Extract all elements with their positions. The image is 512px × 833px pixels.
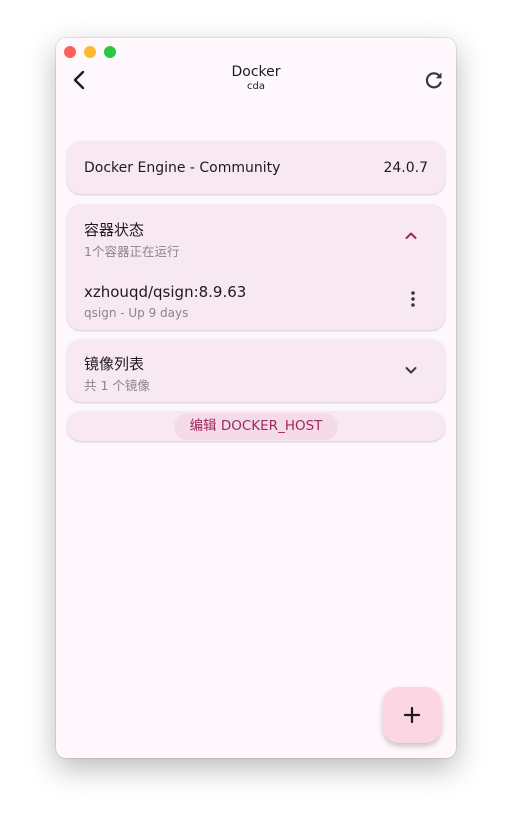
container-status-title: 容器状态 <box>84 221 145 239</box>
refresh-button[interactable] <box>420 66 448 94</box>
app-bar: Docker cda <box>56 62 456 98</box>
engine-info-card: Docker Engine - Community 24.0.7 <box>67 141 445 194</box>
app-window: Docker cda Docker Engine - Community 24.… <box>56 38 456 758</box>
window-controls <box>64 46 116 58</box>
page-title: Docker <box>231 64 281 80</box>
page-subtitle: cda <box>247 81 265 92</box>
edit-docker-host-button[interactable]: 编辑 DOCKER_HOST <box>174 413 338 440</box>
container-meta: qsign - Up 9 days <box>84 306 189 320</box>
add-icon <box>403 706 421 724</box>
close-window-button[interactable] <box>64 46 76 58</box>
more-vert-icon[interactable] <box>405 290 421 308</box>
engine-version: 24.0.7 <box>383 160 428 176</box>
refresh-icon <box>425 72 442 89</box>
image-list-title: 镜像列表 <box>84 355 145 373</box>
image-list-panel[interactable]: 镜像列表 共 1 个镜像 <box>67 339 445 402</box>
engine-name: Docker Engine - Community <box>84 160 281 176</box>
edit-host-row: 编辑 DOCKER_HOST <box>67 411 445 441</box>
container-status-panel: 容器状态 1个容器正在运行 xzhouqd/qsign:8.9.63 qsign… <box>67 204 445 330</box>
app-bar-title-group: Docker cda <box>56 64 456 92</box>
container-name: xzhouqd/qsign:8.9.63 <box>84 283 247 301</box>
image-list-summary: 共 1 个镜像 <box>84 378 150 393</box>
add-button[interactable] <box>383 687 441 743</box>
chevron-up-icon[interactable] <box>403 228 419 244</box>
zoom-window-button[interactable] <box>104 46 116 58</box>
container-status-summary: 1个容器正在运行 <box>84 244 180 259</box>
chevron-down-icon[interactable] <box>403 362 419 378</box>
minimize-window-button[interactable] <box>84 46 96 58</box>
